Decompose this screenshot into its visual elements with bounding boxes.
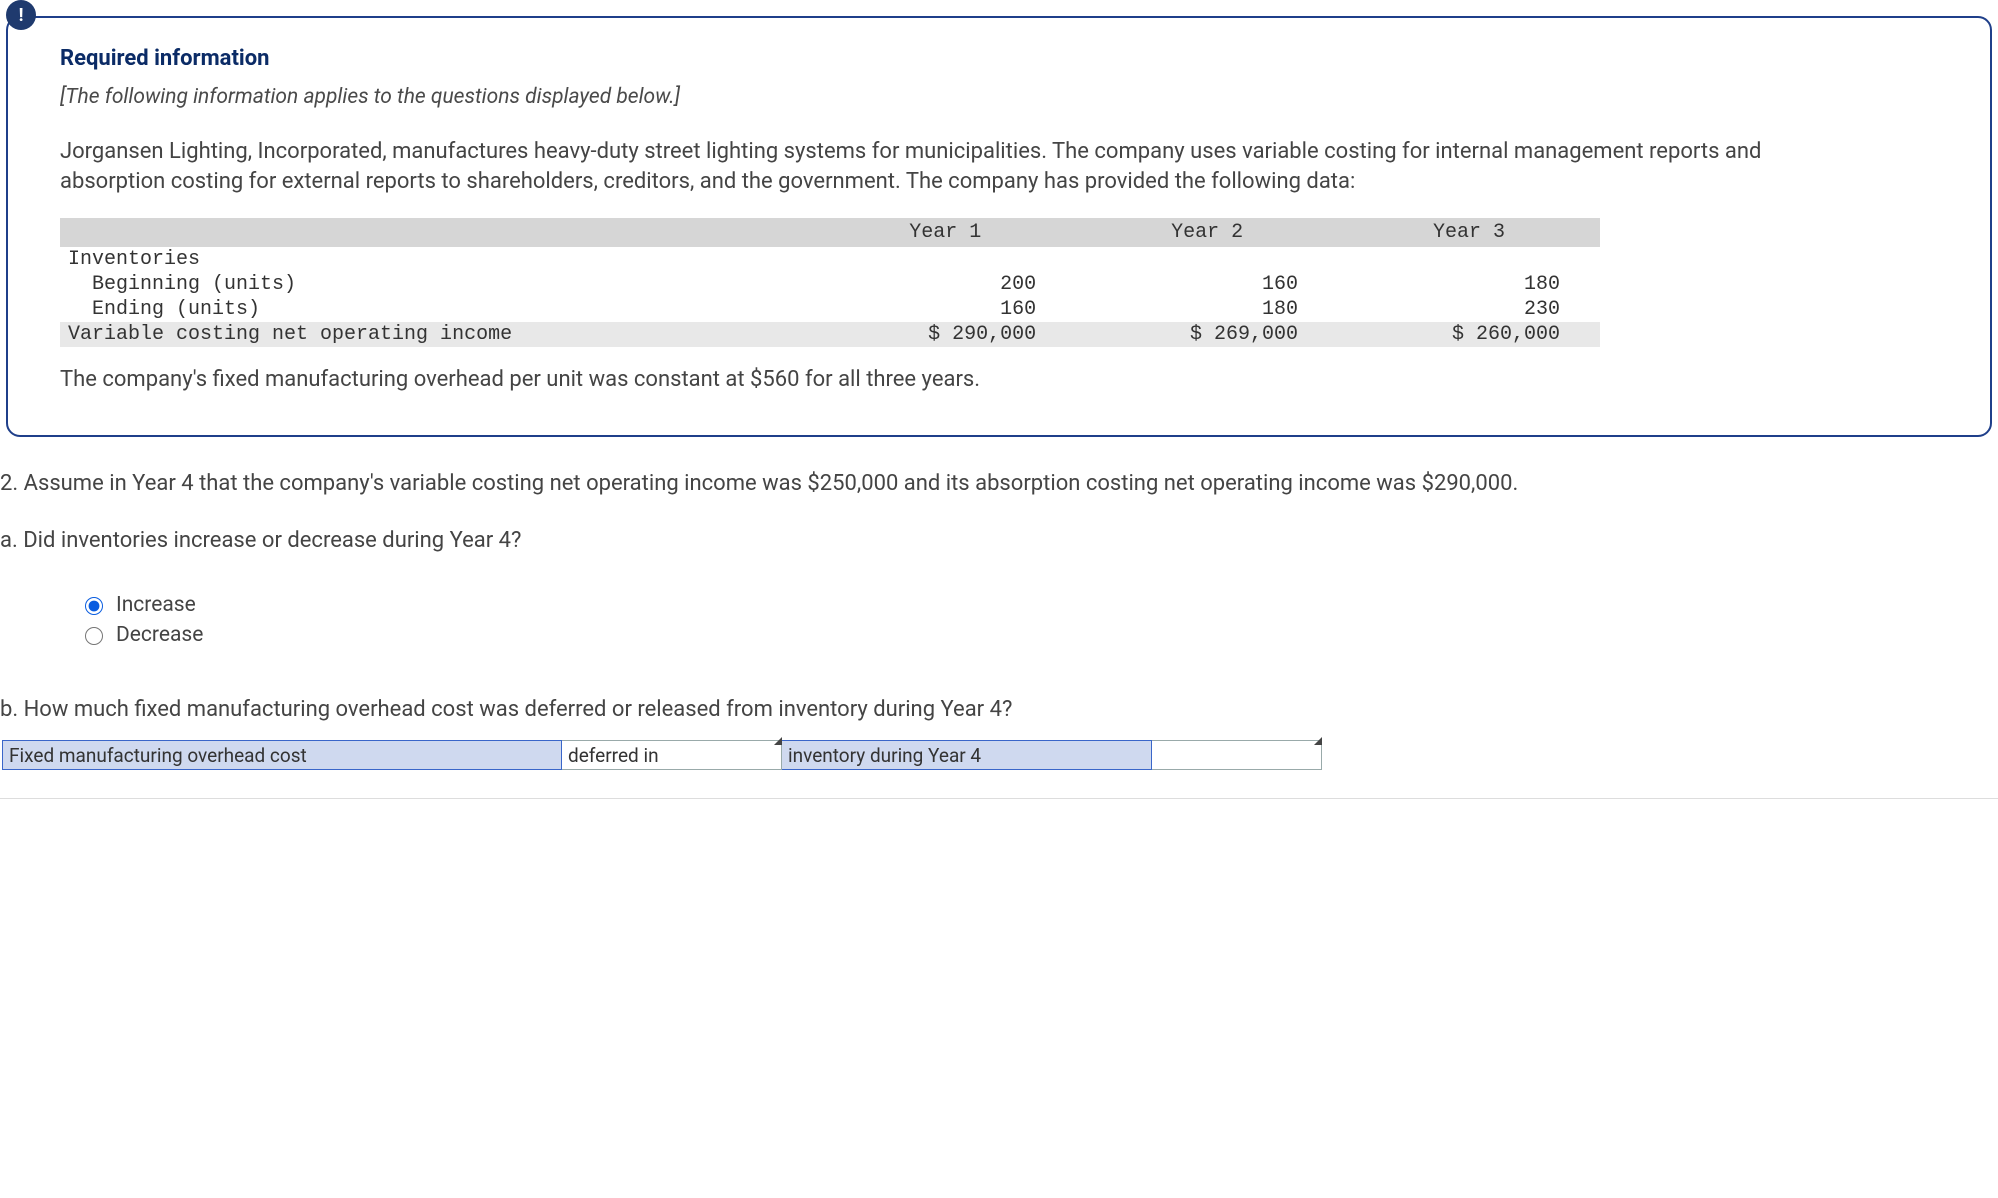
cell-value: 230 xyxy=(1338,297,1600,322)
divider xyxy=(0,798,1998,799)
row-inventories: Inventories xyxy=(60,247,814,272)
radio-decrease-input[interactable] xyxy=(85,627,103,645)
answer-row: Fixed manufacturing overhead cost deferr… xyxy=(2,740,1998,770)
cell-value: 160 xyxy=(814,297,1076,322)
answer-cell-deferred-dropdown[interactable]: deferred in xyxy=(562,740,782,770)
radio-increase-input[interactable] xyxy=(85,597,103,615)
cell-value: 180 xyxy=(1076,297,1338,322)
data-table: Year 1 Year 2 Year 3 Inventories Beginni… xyxy=(60,218,1600,347)
row-beginning-label: Beginning (units) xyxy=(60,272,814,297)
col-year2: Year 2 xyxy=(1076,218,1338,247)
cell-value: $ 269,000 xyxy=(1076,322,1338,347)
radio-option-decrease[interactable]: Decrease xyxy=(80,623,1998,647)
alert-icon: ! xyxy=(6,0,36,30)
question-2-prompt: 2. Assume in Year 4 that the company's v… xyxy=(0,469,1998,500)
cell-value: $ 290,000 xyxy=(814,322,1076,347)
radio-option-increase[interactable]: Increase xyxy=(80,593,1998,617)
required-info-heading: Required information xyxy=(60,46,1954,71)
answer-cell-label: Fixed manufacturing overhead cost xyxy=(2,740,562,770)
answer-cell-suffix: inventory during Year 4 xyxy=(782,740,1152,770)
answer-cell-amount[interactable] xyxy=(1152,740,1322,770)
col-year3: Year 3 xyxy=(1338,218,1600,247)
info-followup: The company's fixed manufacturing overhe… xyxy=(60,365,1820,395)
table-row: Beginning (units) 200 160 180 xyxy=(60,272,1600,297)
cell-value: $ 260,000 xyxy=(1338,322,1600,347)
col-year1: Year 1 xyxy=(814,218,1076,247)
row-vc-label: Variable costing net operating income xyxy=(60,322,814,347)
cell-value: 160 xyxy=(1076,272,1338,297)
row-ending-label: Ending (units) xyxy=(60,297,814,322)
col-blank xyxy=(60,218,814,247)
table-row: Ending (units) 160 180 230 xyxy=(60,297,1600,322)
cell-value: 200 xyxy=(814,272,1076,297)
radio-increase-label: Increase xyxy=(116,593,196,617)
answer-amount-input[interactable] xyxy=(1152,741,1321,769)
table-row: Inventories xyxy=(60,247,1600,272)
required-info-box: Required information [The following info… xyxy=(6,16,1992,437)
question-2b: b. How much fixed manufacturing overhead… xyxy=(0,697,1998,722)
table-row: Variable costing net operating income $ … xyxy=(60,322,1600,347)
info-paragraph: Jorgansen Lighting, Incorporated, manufa… xyxy=(60,137,1820,196)
radio-decrease-label: Decrease xyxy=(116,623,203,647)
radio-group-inventory-change: Increase Decrease xyxy=(80,593,1998,647)
cell-value: 180 xyxy=(1338,272,1600,297)
info-note: [The following information applies to th… xyxy=(60,85,1954,109)
question-2a: a. Did inventories increase or decrease … xyxy=(0,528,1998,553)
